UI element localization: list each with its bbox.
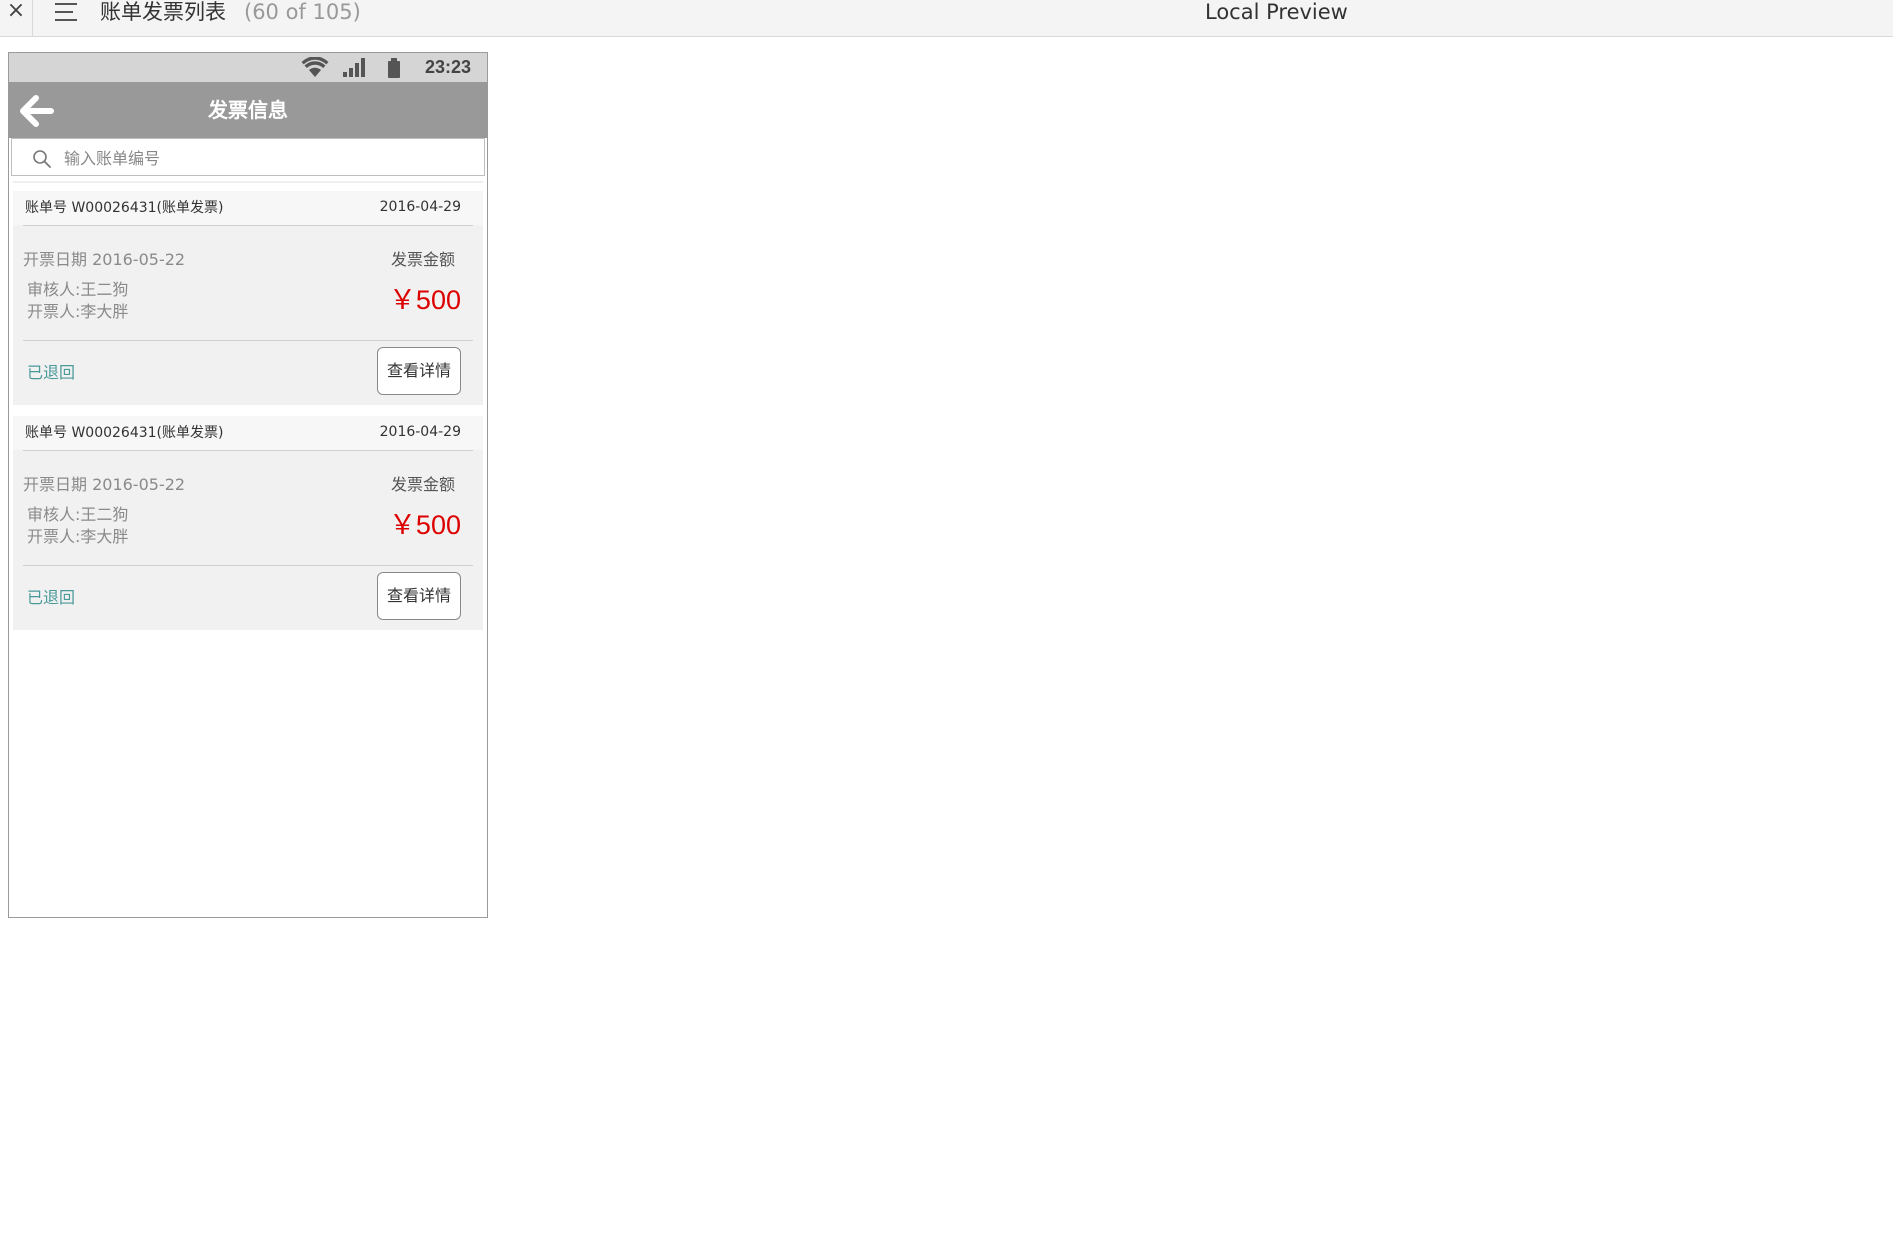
card-header: 账单号 W00026431(账单发票) 2016-04-29: [13, 191, 483, 225]
card-divider: [23, 565, 473, 566]
issue-date: 开票日期 2016-05-22: [23, 475, 186, 494]
bill-number: 账单号 W00026431(账单发票): [25, 425, 224, 441]
card-header: 账单号 W00026431(账单发票) 2016-04-29: [13, 416, 483, 450]
card-divider: [23, 450, 473, 451]
menu-icon[interactable]: [55, 1, 79, 23]
card-divider: [23, 225, 473, 226]
bill-number: 账单号 W00026431(账单发票): [25, 200, 224, 216]
issuer: 开票人:李大胖: [27, 302, 129, 321]
close-icon[interactable]: ×: [0, 0, 33, 36]
status-time: 23:23: [424, 57, 471, 77]
bill-date: 2016-04-29: [379, 199, 461, 215]
wifi-icon: [301, 57, 329, 77]
status-badge: 已退回: [27, 363, 76, 382]
status-badge: 已退回: [27, 588, 76, 607]
issue-date: 开票日期 2016-05-22: [23, 250, 186, 269]
nav-bar: 发票信息: [9, 82, 487, 138]
issuer: 开票人:李大胖: [27, 527, 129, 546]
phone-frame: 23:23 发票信息 账单号 W00026431(账单发票) 2016-04-2…: [8, 52, 488, 918]
auditor: 审核人:王二狗: [27, 505, 129, 524]
invoice-card: 账单号 W00026431(账单发票) 2016-04-29 开票日期 2016…: [13, 191, 483, 405]
amount-label: 发票金额: [390, 250, 455, 269]
page-count: (60 of 105): [244, 0, 361, 24]
battery-icon: [388, 58, 400, 78]
preview-toolbar: × 账单发票列表 (60 of 105) Local Preview: [0, 0, 1893, 37]
status-bar: 23:23: [9, 53, 487, 82]
signal-icon: [343, 58, 365, 77]
bill-date: 2016-04-29: [379, 424, 461, 440]
view-details-button[interactable]: 查看详情: [377, 347, 461, 395]
search-input[interactable]: [64, 144, 464, 172]
list-divider: [13, 181, 483, 183]
auditor: 审核人:王二狗: [27, 280, 129, 299]
amount-label: 发票金额: [390, 475, 455, 494]
invoice-card: 账单号 W00026431(账单发票) 2016-04-29 开票日期 2016…: [13, 416, 483, 630]
search-icon: [33, 150, 51, 168]
preview-label: Local Preview: [1205, 0, 1348, 24]
search-bar: [11, 138, 485, 176]
invoice-amount: ￥500: [388, 510, 461, 540]
invoice-amount: ￥500: [388, 285, 461, 315]
nav-title: 发票信息: [208, 98, 288, 122]
view-details-button[interactable]: 查看详情: [377, 572, 461, 620]
card-divider: [23, 340, 473, 341]
page-title: 账单发票列表: [100, 0, 226, 24]
